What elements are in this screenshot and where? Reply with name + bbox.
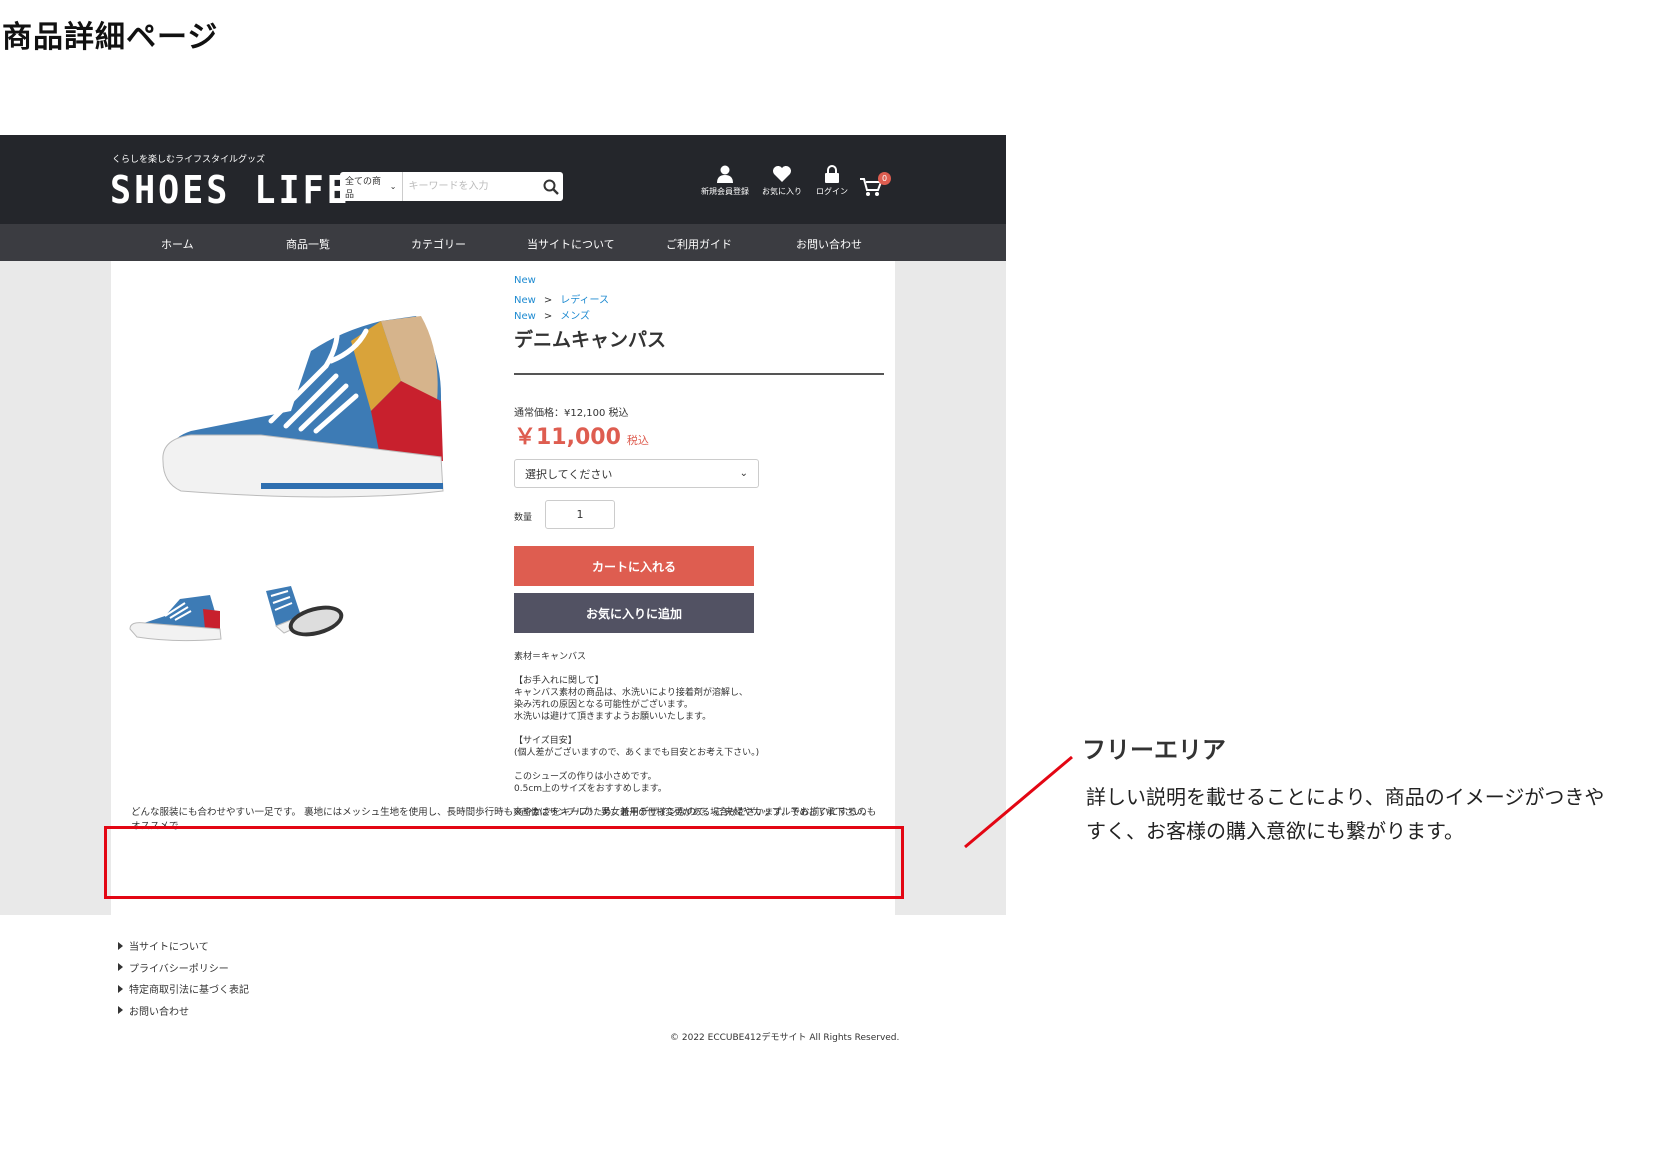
nav-item-contact[interactable]: お問い合わせ — [796, 236, 862, 252]
variant-select[interactable]: 選択してください ⌄ — [514, 459, 759, 488]
footer-link-label: 特定商取引法に基づく表記 — [129, 985, 249, 997]
copyright: © 2022 ECCUBE412デモサイト All Rights Reserve… — [670, 1033, 900, 1043]
cart-count-badge: 0 — [878, 172, 891, 185]
nav-item-category[interactable]: カテゴリー — [411, 236, 466, 252]
global-nav: ホーム 商品一覧 カテゴリー 当サイトについて ご利用ガイド お問い合わせ — [0, 224, 1006, 261]
footer-link-privacy[interactable]: プライバシーポリシー — [118, 957, 249, 979]
search-input[interactable] — [402, 173, 540, 200]
search-bar: 全ての商品 ⌄ — [340, 172, 563, 201]
description-line: 【サイズ目安】 — [514, 736, 577, 746]
favorite-link[interactable]: お気に入り — [762, 165, 802, 197]
nav-item-products[interactable]: 商品一覧 — [286, 236, 330, 252]
site-logo[interactable]: SHOES LIFE — [110, 169, 351, 213]
search-button[interactable] — [540, 172, 564, 201]
quantity-label: 数量 — [514, 513, 533, 523]
footer-link-about[interactable]: 当サイトについて — [118, 935, 249, 957]
breadcrumb: New > レディース — [514, 291, 609, 306]
favorite-label: お気に入り — [762, 187, 802, 196]
chevron-down-icon: ⌄ — [389, 182, 397, 191]
register-label: 新規会員登録 — [701, 187, 749, 196]
nav-item-guide[interactable]: ご利用ガイド — [666, 236, 732, 252]
product-thumbnail-2[interactable] — [256, 581, 351, 646]
description-line: キャンバス素材の商品は、水洗いにより接着剤が溶解し、 — [514, 688, 748, 698]
free-area-highlight-box — [104, 826, 904, 899]
divider — [514, 373, 884, 375]
description-line: 染み汚れの原因となる可能性がございます。 — [514, 700, 693, 710]
description-line: 【お手入れに関して】 — [514, 676, 604, 686]
login-label: ログイン — [816, 187, 848, 196]
product-thumbnail-1[interactable] — [125, 581, 230, 646]
triangle-right-icon — [118, 1006, 123, 1015]
breadcrumb-link[interactable]: New — [514, 275, 536, 286]
add-to-favorite-button[interactable]: お気に入りに追加 — [514, 593, 754, 633]
description-line: 素材＝キャンバス — [514, 652, 587, 662]
breadcrumb-separator: > — [543, 311, 553, 322]
search-icon — [543, 179, 560, 195]
footer-link-label: お問い合わせ — [129, 1006, 189, 1018]
user-icon — [717, 165, 733, 183]
cart-button[interactable]: 0 — [860, 172, 891, 201]
sale-price: ￥11,000 税込 — [514, 419, 649, 451]
nav-item-about[interactable]: 当サイトについて — [527, 236, 615, 252]
breadcrumb: New > メンズ — [514, 307, 590, 322]
breadcrumb-link[interactable]: レディース — [560, 295, 609, 306]
footer-links: 当サイトについて プライバシーポリシー 特定商取引法に基づく表記 お問い合わせ — [118, 935, 249, 1021]
footer-link-label: 当サイトについて — [129, 942, 209, 954]
price-value: ￥11,000 — [514, 425, 621, 450]
breadcrumb-link[interactable]: メンズ — [560, 311, 590, 322]
breadcrumb-link[interactable]: New — [514, 311, 536, 322]
description-line: このシューズの作りは小さめです。 — [514, 772, 657, 782]
product-name: デニムキャンパス — [514, 329, 667, 351]
search-category-select[interactable]: 全ての商品 ⌄ — [340, 172, 403, 201]
footer-link-tokushoho[interactable]: 特定商取引法に基づく表記 — [118, 978, 249, 1000]
breadcrumb: New — [514, 275, 536, 286]
login-link[interactable]: ログイン — [816, 165, 848, 197]
lock-icon — [825, 165, 839, 183]
footer-link-contact[interactable]: お問い合わせ — [118, 1000, 249, 1022]
breadcrumb-link[interactable]: New — [514, 295, 536, 306]
product-description: 素材＝キャンバス 【お手入れに関して】 キャンバス素材の商品は、水洗いにより接着… — [514, 651, 884, 819]
add-to-cart-button[interactable]: カートに入れる — [514, 546, 754, 586]
page-title: 商品詳細ページ — [2, 20, 219, 55]
annotation-body: 詳しい説明を載せることにより、商品のイメージがつきやすく、お客様の購入意欲にも繋… — [1086, 785, 1605, 843]
description-line: 0.5cm上のサイズをおすすめします。 — [514, 784, 667, 794]
regular-price: 通常価格：¥12,100 税込 — [514, 408, 629, 419]
heart-icon — [773, 166, 791, 182]
triangle-right-icon — [118, 963, 123, 972]
variant-select-label: 選択してください — [525, 467, 613, 481]
register-link[interactable]: 新規会員登録 — [701, 165, 749, 197]
tax-label: 税込 — [626, 434, 649, 447]
site-tagline: くらしを楽しむライフスタイルグッズ — [112, 155, 266, 165]
nav-item-home[interactable]: ホーム — [161, 236, 194, 252]
quantity-input[interactable]: 1 — [545, 500, 615, 529]
triangle-right-icon — [118, 941, 123, 950]
triangle-right-icon — [118, 984, 123, 993]
chevron-down-icon: ⌄ — [739, 468, 748, 479]
product-detail-content: New New > レディース New > メンズ デニムキャンパス 通常価格：¥12,… — [111, 261, 895, 915]
breadcrumb-separator: > — [543, 295, 553, 306]
annotation-title: フリーエリア — [1082, 736, 1226, 764]
screenshot-frame: くらしを楽しむライフスタイルグッズ SHOES LIFE 全ての商品 ⌄ 新規会… — [0, 135, 1006, 915]
footer-link-label: プライバシーポリシー — [129, 963, 229, 975]
site-header: くらしを楽しむライフスタイルグッズ SHOES LIFE 全ての商品 ⌄ 新規会… — [0, 135, 1006, 224]
description-line: (個人差がございますので、あくまでも目安とお考え下さい。) — [514, 748, 760, 758]
product-main-image[interactable] — [141, 311, 481, 511]
description-line: 水洗いは避けて頂きますようお願いいたします。 — [514, 712, 712, 722]
search-category-label: 全ての商品 — [345, 176, 382, 200]
